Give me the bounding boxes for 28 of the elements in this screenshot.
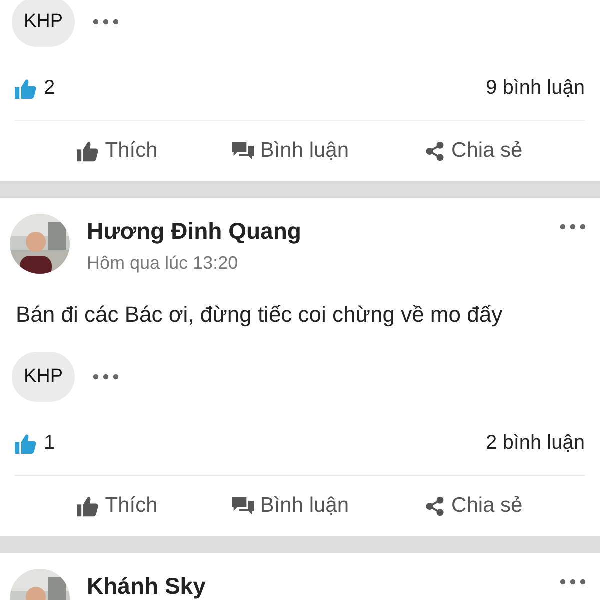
thumbs-up-icon bbox=[15, 434, 37, 454]
thumbs-up-icon bbox=[77, 140, 100, 162]
thumbs-up-icon bbox=[77, 496, 100, 516]
more-icon[interactable] bbox=[560, 579, 586, 585]
like-button[interactable]: Thích bbox=[73, 490, 162, 522]
more-icon[interactable] bbox=[93, 374, 120, 380]
author-name[interactable]: Khánh Sky bbox=[87, 573, 560, 600]
comment-button[interactable]: Bình luận bbox=[228, 135, 354, 167]
tag-chip[interactable]: KHP bbox=[12, 352, 76, 402]
chat-bubbles-icon bbox=[232, 496, 254, 516]
post-time: Hôm qua lúc 13:20 bbox=[87, 253, 240, 274]
post-text: Bán đi các Bác ơi, đừng tiếc coi chừng về mo đấy bbox=[16, 301, 504, 329]
share-button[interactable]: Chia sẻ bbox=[420, 490, 527, 522]
more-icon[interactable] bbox=[560, 224, 586, 230]
share-icon bbox=[424, 496, 446, 516]
more-icon[interactable] bbox=[93, 19, 120, 25]
tag-chip[interactable]: KHP bbox=[12, 0, 76, 47]
share-button[interactable]: Chia sẻ bbox=[420, 135, 527, 167]
share-icon bbox=[424, 140, 446, 162]
thumbs-up-icon bbox=[15, 78, 37, 98]
chat-bubbles-icon bbox=[232, 140, 254, 162]
author-name[interactable]: Hương Đinh Quang bbox=[87, 218, 560, 245]
like-count[interactable]: 2 bbox=[44, 77, 56, 100]
like-button[interactable]: Thích bbox=[73, 135, 162, 167]
comment-count[interactable]: 2 bình luận bbox=[486, 432, 585, 455]
like-count[interactable]: 1 bbox=[44, 432, 56, 455]
comment-button[interactable]: Bình luận bbox=[228, 490, 354, 522]
comment-count[interactable]: 9 bình luận bbox=[486, 77, 585, 100]
